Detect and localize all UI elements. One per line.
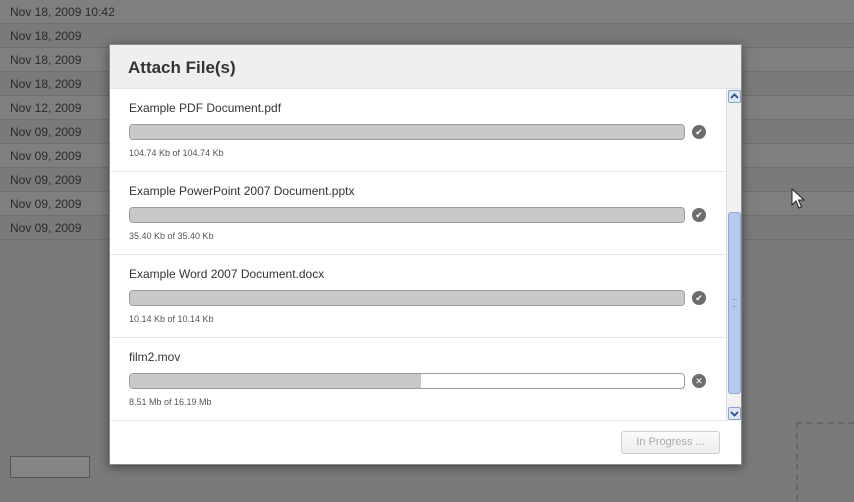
upload-progress-fill [130, 125, 684, 139]
file-size-text: 10.14 Kb of 10.14 Kb [129, 314, 214, 324]
background-row: Nov 18, 2009 10:42 [0, 0, 854, 24]
upload-progress-fill [130, 374, 422, 388]
file-upload-item: Example PowerPoint 2007 Document.pptx ✔ … [110, 172, 726, 255]
scrollbar-thumb[interactable] [728, 212, 741, 394]
file-name: Example PowerPoint 2007 Document.pptx [129, 184, 355, 198]
file-name: Example PDF Document.pdf [129, 101, 282, 115]
upload-progress-fill [130, 291, 684, 305]
vertical-scrollbar[interactable] [726, 89, 741, 421]
file-size-text: 104.74 Kb of 104.74 Kb [129, 148, 224, 158]
upload-progress-bar [129, 124, 685, 140]
file-upload-item: Example Word 2007 Document.docx ✔ 10.14 … [110, 255, 726, 338]
in-progress-button[interactable]: In Progress ... [621, 431, 720, 454]
upload-progress-bar [129, 207, 685, 223]
dialog-title: Attach File(s) [128, 58, 236, 77]
thumb-grip-icon [732, 299, 737, 307]
scroll-down-button[interactable] [728, 407, 741, 420]
check-icon: ✔ [692, 208, 706, 222]
scroll-up-button[interactable] [728, 90, 741, 103]
dialog-body: Example PDF Document.pdf ✔ 104.74 Kb of … [110, 89, 741, 421]
file-name: Example Word 2007 Document.docx [129, 267, 325, 281]
background-drop-zone [796, 422, 854, 502]
file-size-text: 35.40 Kb of 35.40 Kb [129, 231, 214, 241]
mouse-cursor-icon [791, 188, 806, 209]
background-input [10, 456, 90, 478]
check-icon: ✔ [692, 125, 706, 139]
chevron-up-icon [730, 93, 739, 99]
file-upload-item: film2.mov ✕ 8.51 Mb of 16.19 Mb [110, 338, 726, 421]
dialog-header: Attach File(s) [110, 45, 741, 89]
attach-files-dialog: Attach File(s) Example PDF Document.pdf … [109, 44, 742, 465]
file-size-text: 8.51 Mb of 16.19 Mb [129, 397, 212, 407]
check-icon: ✔ [692, 291, 706, 305]
dialog-footer: In Progress ... [110, 421, 741, 464]
cancel-icon[interactable]: ✕ [692, 374, 706, 388]
chevron-down-icon [730, 411, 739, 417]
file-name: film2.mov [129, 350, 181, 364]
file-upload-list: Example PDF Document.pdf ✔ 104.74 Kb of … [110, 89, 726, 421]
upload-progress-bar [129, 373, 685, 389]
file-upload-item: Example PDF Document.pdf ✔ 104.74 Kb of … [110, 89, 726, 172]
upload-progress-fill [130, 208, 684, 222]
upload-progress-bar [129, 290, 685, 306]
